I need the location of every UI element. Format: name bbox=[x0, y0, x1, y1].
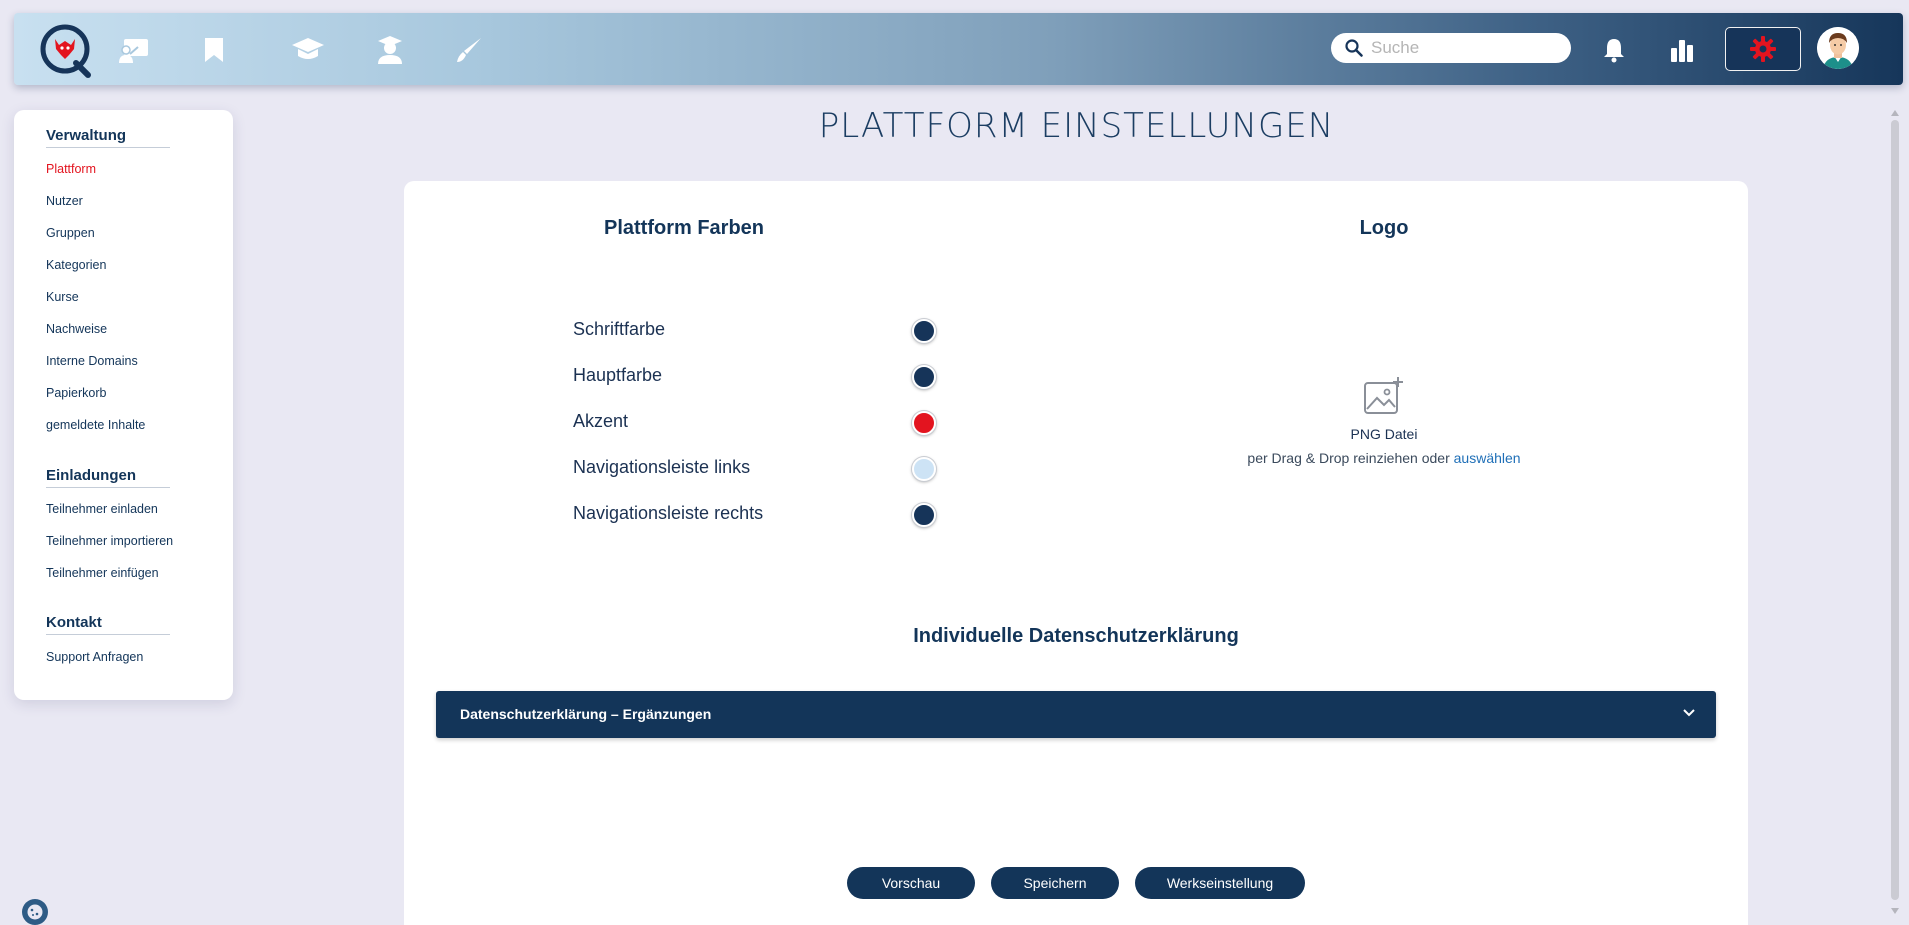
color-picker-akzent[interactable] bbox=[912, 411, 936, 435]
sidebar-item-nutzer[interactable]: Nutzer bbox=[46, 194, 83, 208]
search-icon bbox=[1345, 39, 1363, 57]
save-button[interactable]: Speichern bbox=[991, 867, 1119, 899]
sidebar-item-teilnehmer-importieren[interactable]: Teilnehmer importieren bbox=[46, 534, 173, 548]
sidebar-item-support-anfragen[interactable]: Support Anfragen bbox=[46, 650, 143, 664]
settings-card: Plattform Farben Logo Schriftfarbe Haupt… bbox=[404, 181, 1748, 925]
admin-sidebar: Verwaltung Plattform Nutzer Gruppen Kate… bbox=[14, 110, 233, 700]
upload-select-link[interactable]: auswählen bbox=[1454, 450, 1521, 466]
upload-hint: per Drag & Drop reinziehen oder auswähle… bbox=[1184, 450, 1584, 466]
page-title: PLATTFORM EINSTELLUNGEN bbox=[818, 106, 1335, 146]
logo-upload-dropzone[interactable]: PNG Datei per Drag & Drop reinziehen ode… bbox=[1184, 376, 1584, 466]
scroll-down-arrow-icon[interactable] bbox=[1891, 908, 1899, 914]
color-label-navigationsleiste-rechts: Navigationsleiste rechts bbox=[573, 503, 764, 523]
sidebar-item-kurse[interactable]: Kurse bbox=[46, 290, 79, 304]
sidebar-item-nachweise[interactable]: Nachweise bbox=[46, 322, 107, 336]
graduation-cap-icon[interactable] bbox=[291, 33, 325, 67]
sidebar-item-teilnehmer-einladen[interactable]: Teilnehmer einladen bbox=[46, 502, 158, 516]
sidebar-item-interne-domains[interactable]: Interne Domains bbox=[46, 354, 138, 368]
sidebar-item-papierkorb[interactable]: Papierkorb bbox=[46, 386, 106, 400]
add-image-icon bbox=[1364, 377, 1403, 414]
privacy-section-title: Individuelle Datenschutzerklärung bbox=[913, 625, 1239, 647]
statistics-chart-icon[interactable] bbox=[1665, 33, 1699, 67]
teacher-icon[interactable] bbox=[373, 33, 407, 67]
sidebar-item-gemeldete-inhalte[interactable]: gemeldete Inhalte bbox=[46, 418, 145, 432]
sidebar-item-teilnehmer-einfuegen[interactable]: Teilnehmer einfügen bbox=[46, 566, 159, 580]
logo-section-title: Logo bbox=[1359, 217, 1409, 239]
color-label-hauptfarbe: Hauptfarbe bbox=[573, 365, 663, 385]
colors-section-title: Plattform Farben bbox=[603, 217, 765, 239]
cookie-icon bbox=[27, 904, 43, 920]
scrollbar-thumb[interactable] bbox=[1891, 120, 1899, 900]
page-scrollbar[interactable] bbox=[1889, 110, 1901, 922]
color-label-akzent: Akzent bbox=[573, 411, 629, 431]
settings-button[interactable] bbox=[1725, 27, 1801, 71]
preview-button[interactable]: Vorschau bbox=[847, 867, 975, 899]
bookmark-icon[interactable] bbox=[197, 33, 231, 67]
sidebar-item-plattform[interactable]: Plattform bbox=[46, 162, 96, 176]
sidebar-heading-kontakt: Kontakt bbox=[46, 614, 170, 635]
color-label-navigationsleiste-links: Navigationsleiste links bbox=[573, 457, 751, 477]
search-input[interactable] bbox=[1371, 38, 1561, 58]
notifications-bell-icon[interactable] bbox=[1597, 33, 1631, 67]
factory-reset-button[interactable]: Werkseinstellung bbox=[1135, 867, 1305, 899]
chevron-down-icon bbox=[1683, 709, 1695, 717]
color-picker-navigationsleiste-links[interactable] bbox=[912, 457, 936, 481]
color-picker-schriftfarbe[interactable] bbox=[912, 319, 936, 343]
search-box[interactable] bbox=[1331, 33, 1571, 63]
sidebar-item-gruppen[interactable]: Gruppen bbox=[46, 226, 95, 240]
scroll-up-arrow-icon[interactable] bbox=[1891, 110, 1899, 116]
color-label-schriftfarbe: Schriftfarbe bbox=[573, 319, 666, 339]
sidebar-heading-verwaltung: Verwaltung bbox=[46, 127, 170, 148]
top-navigation-bar bbox=[14, 13, 1903, 85]
user-avatar[interactable] bbox=[1817, 27, 1859, 69]
upload-file-type: PNG Datei bbox=[1350, 426, 1418, 442]
gear-icon bbox=[1750, 36, 1776, 62]
sidebar-heading-einladungen: Einladungen bbox=[46, 467, 170, 488]
upload-hint-text: per Drag & Drop reinziehen oder bbox=[1247, 450, 1454, 466]
pen-icon[interactable] bbox=[452, 33, 486, 67]
presentation-icon[interactable] bbox=[117, 33, 151, 67]
privacy-accordion[interactable]: Datenschutzerklärung – Ergänzungen bbox=[436, 691, 1716, 738]
color-picker-hauptfarbe[interactable] bbox=[912, 365, 936, 389]
color-picker-navigationsleiste-rechts[interactable] bbox=[912, 503, 936, 527]
app-logo[interactable] bbox=[38, 23, 94, 79]
privacy-accordion-label: Datenschutzerklärung – Ergänzungen bbox=[460, 706, 712, 722]
sidebar-item-kategorien[interactable]: Kategorien bbox=[46, 258, 106, 272]
cookie-settings-button[interactable] bbox=[22, 899, 48, 925]
